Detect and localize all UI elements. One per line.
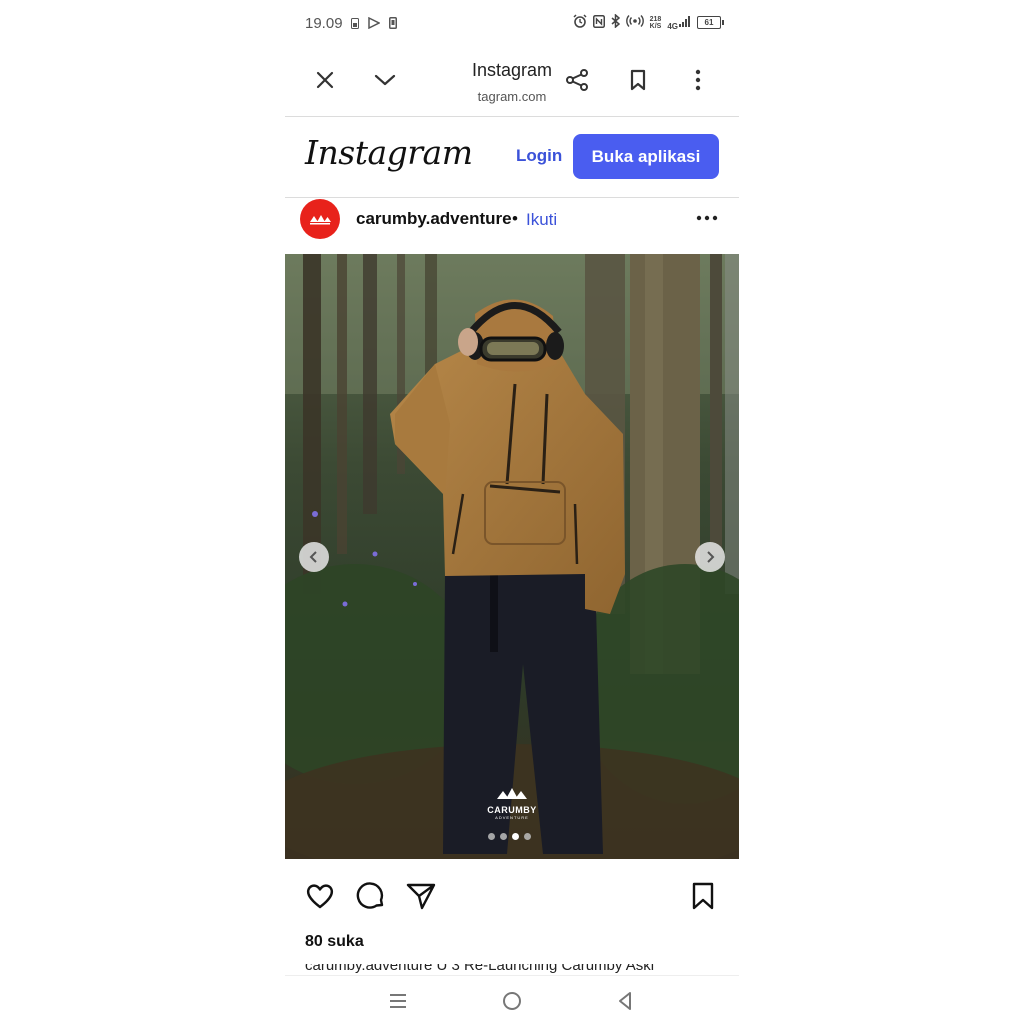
heart-icon[interactable] <box>304 880 336 912</box>
forest-scene-image <box>285 254 739 859</box>
bookmark-icon[interactable] <box>626 68 650 92</box>
signal-icon <box>679 15 691 30</box>
device-icon <box>389 16 397 34</box>
carousel-dot-active <box>512 833 519 840</box>
chevron-right-icon <box>707 551 715 563</box>
status-time: 19.09 <box>305 15 343 32</box>
like-count[interactable]: 80 suka <box>305 933 364 951</box>
signal-indicator: 4G <box>667 15 691 31</box>
brand-watermark: CARUMBY ADVENTURE <box>481 786 543 820</box>
system-nav-bar <box>285 975 739 1024</box>
carumby-logo-icon <box>310 215 331 225</box>
login-link[interactable]: Login <box>516 146 562 166</box>
username-separator: • <box>512 209 518 228</box>
sim-icon <box>351 16 359 34</box>
status-left-icons <box>351 16 397 34</box>
home-circle-icon[interactable] <box>501 990 523 1012</box>
status-right-icons: 218 K/S 4G 61 <box>573 13 724 31</box>
network-type: 4G <box>667 21 678 31</box>
bluetooth-icon <box>611 13 620 31</box>
caption-text: carumby.adventure U 3 Re-Launching Carum… <box>305 964 655 974</box>
instagram-logo[interactable]: Instagram <box>305 133 473 172</box>
carousel-dot <box>524 833 531 840</box>
status-bar: 19.09 218 K/S 4G 61 <box>285 0 739 48</box>
carousel-next-button[interactable] <box>695 542 725 572</box>
more-vertical-icon[interactable] <box>686 68 710 92</box>
browser-toolbar: Instagram tagram.com <box>285 48 739 117</box>
carumby-mountains-icon <box>497 788 527 799</box>
follow-link[interactable]: Ikuti <box>526 210 557 230</box>
chevron-left-icon <box>309 551 317 563</box>
brand-subtitle: ADVENTURE <box>495 815 529 820</box>
comment-icon[interactable] <box>355 880 387 912</box>
open-app-button[interactable]: Buka aplikasi <box>573 134 719 179</box>
post-caption: carumby.adventure U 3 Re-Launching Carum… <box>305 964 725 974</box>
page-title: Instagram <box>471 60 553 80</box>
brand-name: CARUMBY <box>487 805 537 815</box>
instagram-header: Instagram Login Buka aplikasi <box>285 117 739 198</box>
carousel-prev-button[interactable] <box>299 542 329 572</box>
carousel-indicator <box>488 833 531 840</box>
back-triangle-icon[interactable] <box>614 990 636 1012</box>
post-username[interactable]: carumby.adventure <box>356 209 512 229</box>
more-horizontal-icon[interactable] <box>695 208 719 228</box>
nfc-icon <box>592 14 605 31</box>
avatar[interactable] <box>300 199 340 239</box>
play-store-icon <box>368 16 381 34</box>
share-send-icon[interactable] <box>405 880 437 912</box>
alarm-icon <box>573 14 587 31</box>
share-icon[interactable] <box>565 68 589 92</box>
menu-icon[interactable] <box>387 990 409 1012</box>
post-actions <box>285 876 739 920</box>
hotspot-icon <box>625 14 644 31</box>
post-photo[interactable]: CARUMBY ADVENTURE <box>285 254 739 859</box>
battery-icon: 61 <box>697 16 724 29</box>
carousel-dot <box>488 833 495 840</box>
page-url: tagram.com <box>477 89 547 104</box>
network-speed: 218 K/S <box>649 15 662 30</box>
save-bookmark-icon[interactable] <box>687 880 719 912</box>
phone-screen: 19.09 218 K/S 4G 61 Instagram tagram.com… <box>285 0 739 1024</box>
post-header: carumby.adventure • Ikuti <box>285 198 739 254</box>
carousel-dot <box>500 833 507 840</box>
